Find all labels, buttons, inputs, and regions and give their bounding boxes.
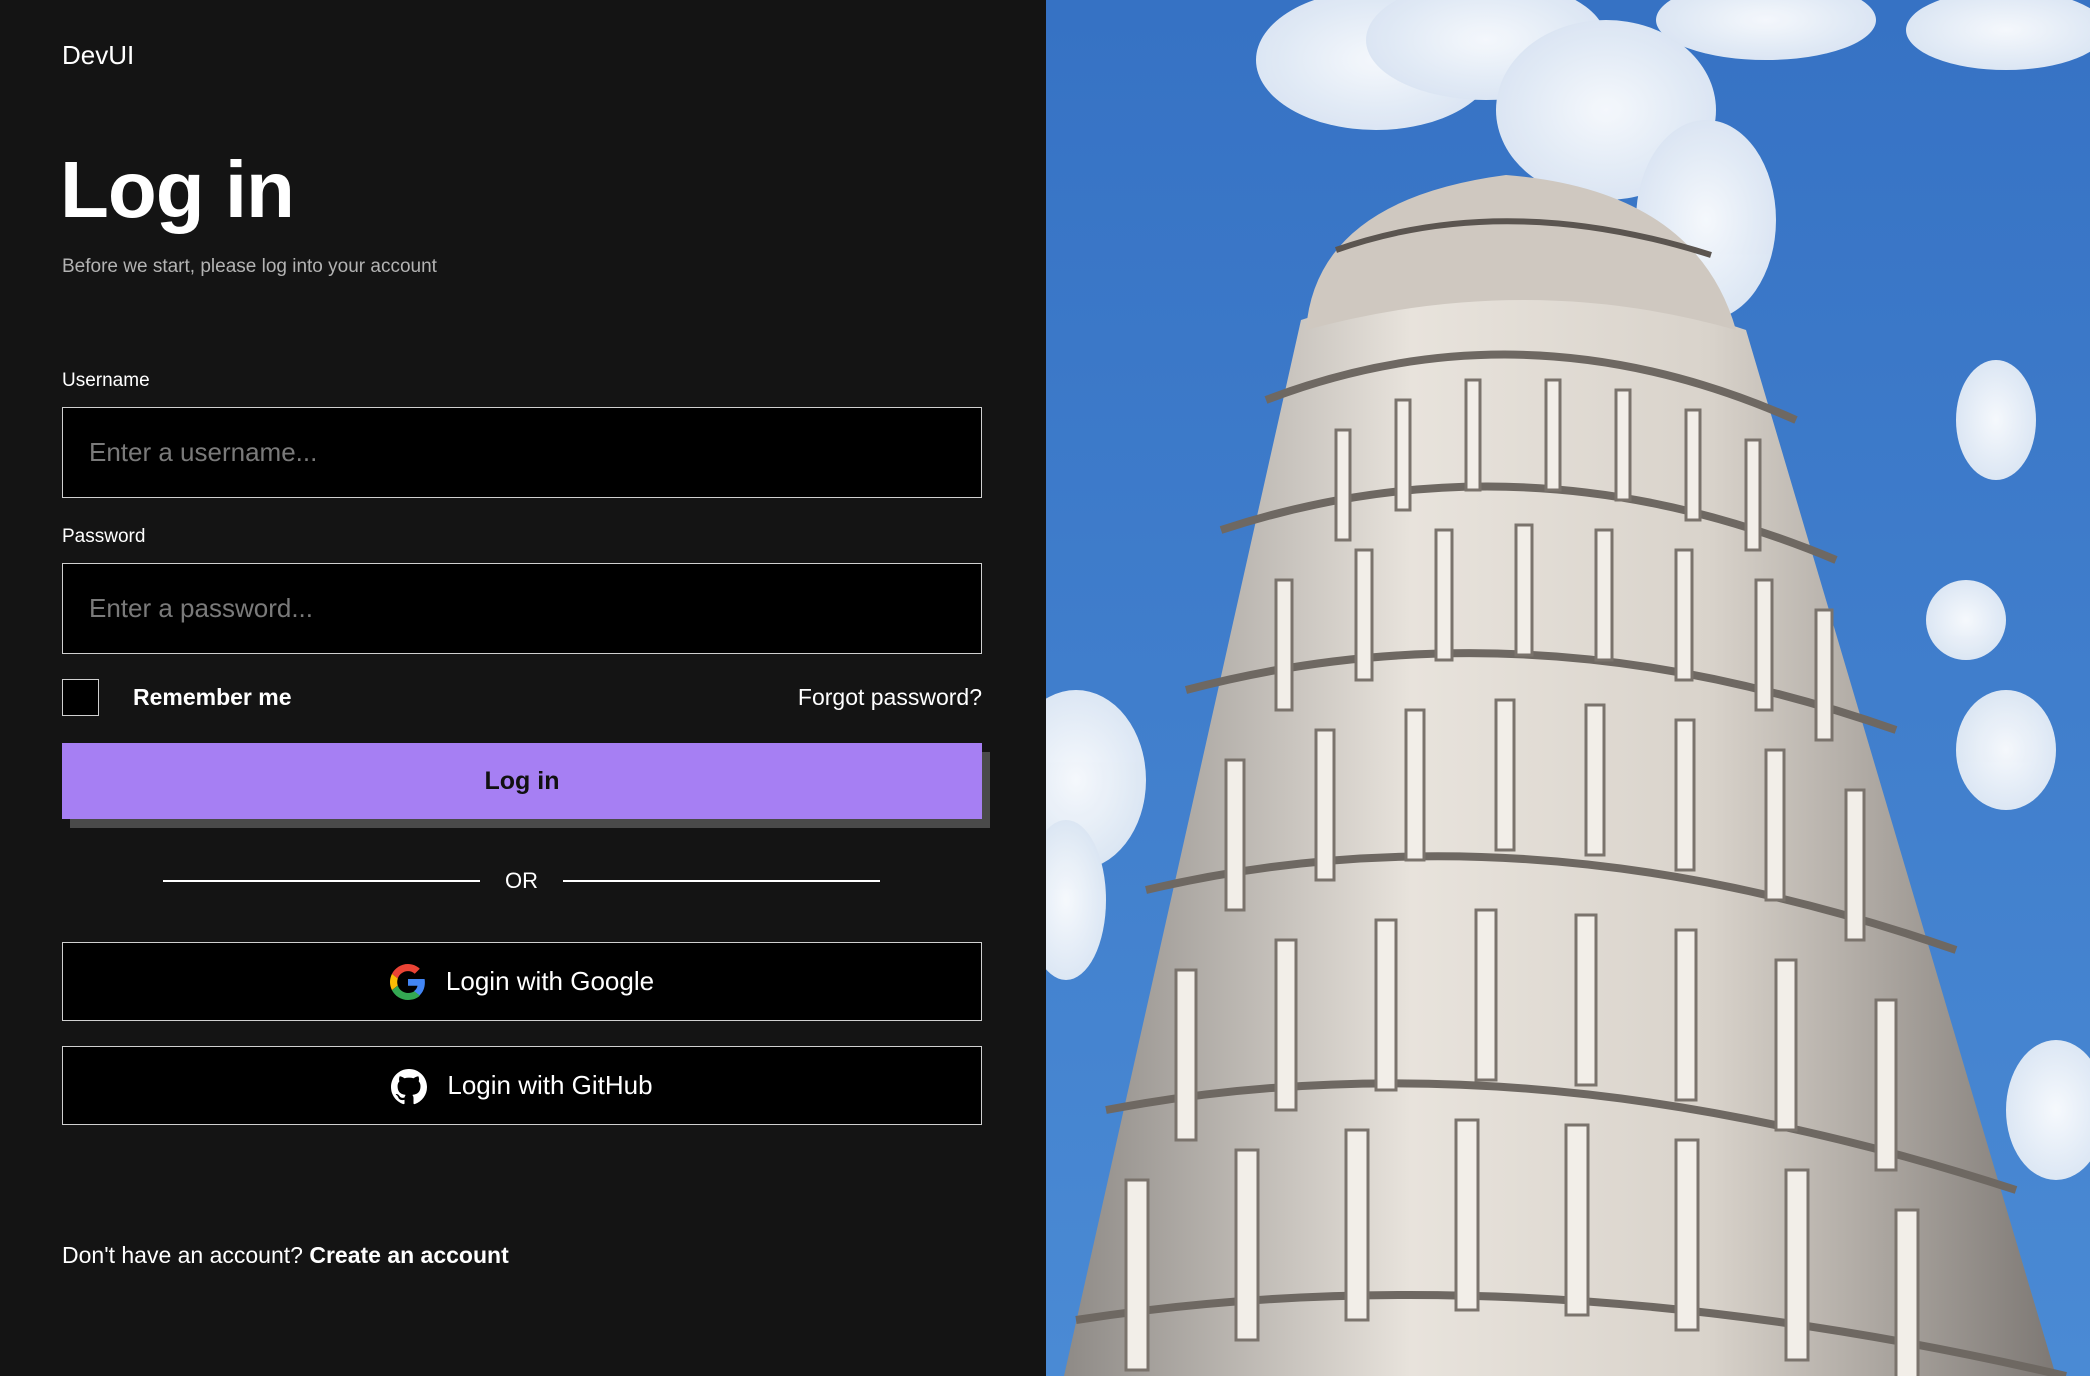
page-subtitle: Before we start, please log into your ac…: [62, 256, 437, 277]
signup-prompt-text: Don't have an account?: [62, 1242, 303, 1268]
hero-image: [1046, 0, 2090, 1376]
divider-line-right: [563, 880, 880, 882]
divider-line-left: [163, 880, 480, 882]
username-label: Username: [62, 370, 150, 391]
google-login-label: Login with Google: [445, 966, 655, 996]
divider-text: OR: [505, 868, 538, 893]
password-label: Password: [62, 526, 146, 547]
signup-prompt: Don't have an account? Create an account: [62, 1242, 509, 1269]
username-field-wrapper: [62, 407, 982, 498]
or-divider: OR: [163, 866, 880, 896]
create-account-link[interactable]: Create an account: [309, 1242, 508, 1268]
remember-me-checkbox[interactable]: [62, 679, 99, 716]
forgot-password-link[interactable]: Forgot password?: [798, 684, 982, 711]
google-icon: [389, 963, 426, 1000]
brand-logo: DevUI: [62, 40, 135, 70]
github-login-label: Login with GitHub: [447, 1070, 653, 1100]
tower-illustration: [1046, 0, 2090, 1376]
github-login-button[interactable]: Login with GitHub: [62, 1046, 982, 1125]
remember-me-label[interactable]: Remember me: [133, 684, 292, 711]
login-button[interactable]: Log in: [62, 743, 982, 819]
google-login-button[interactable]: Login with Google: [62, 942, 982, 1021]
username-input[interactable]: [63, 408, 981, 497]
page-title: Log in: [60, 145, 295, 234]
password-input[interactable]: [63, 564, 981, 653]
github-icon: [391, 1068, 428, 1104]
password-field-wrapper: [62, 563, 982, 654]
login-panel: DevUI Log in Before we start, please log…: [0, 0, 1046, 1376]
